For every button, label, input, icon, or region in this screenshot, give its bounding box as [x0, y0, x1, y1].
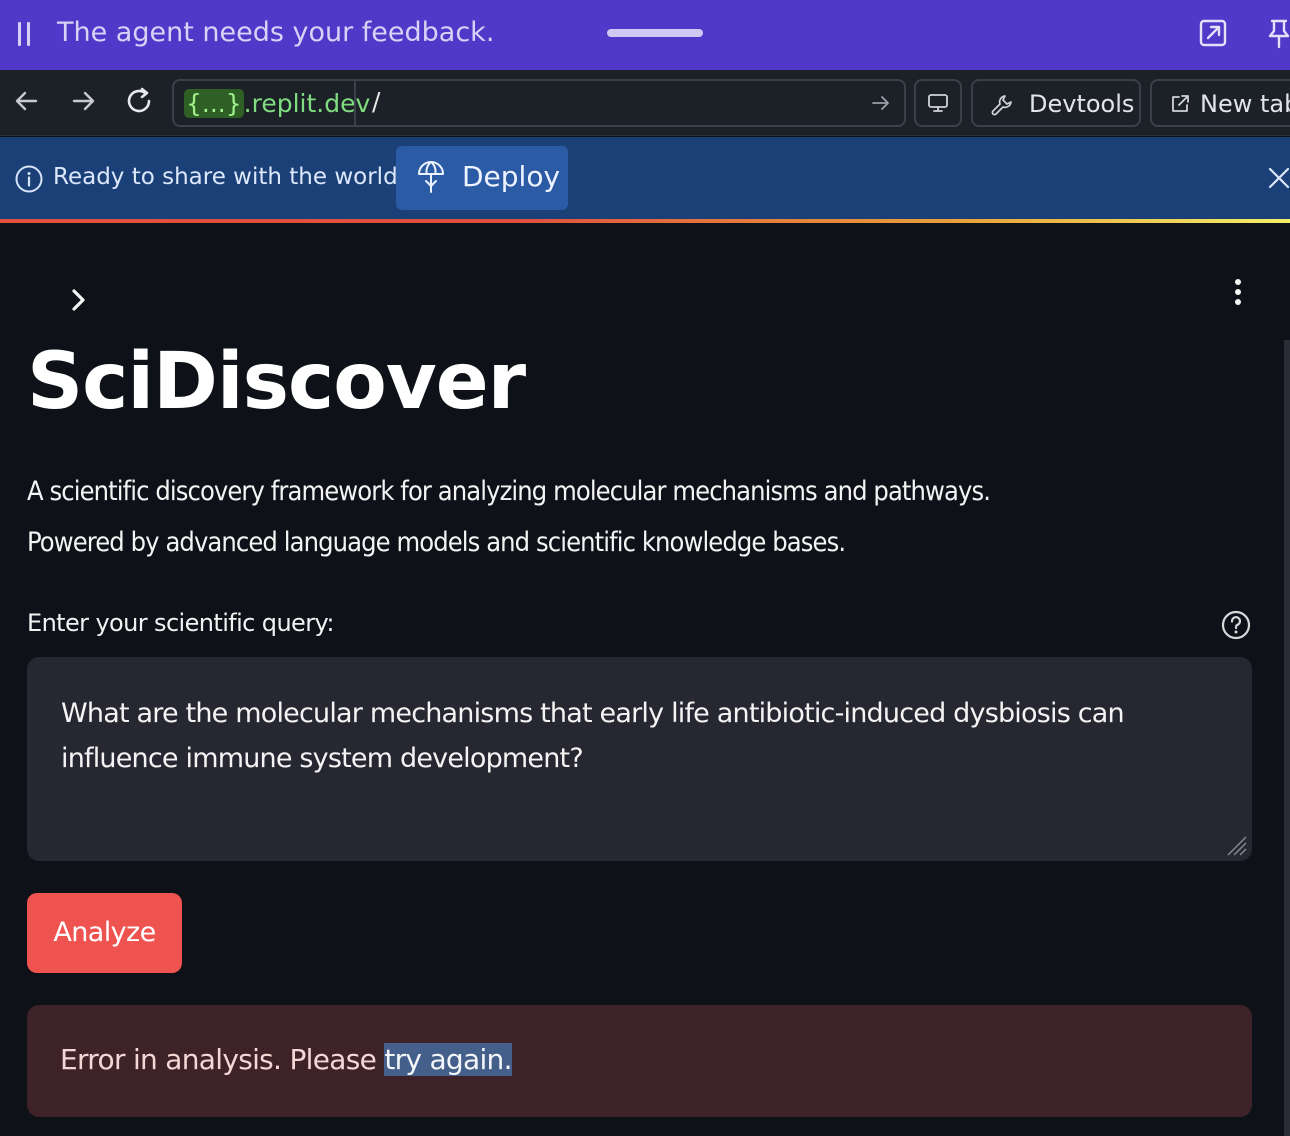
app-description-line1: A scientific discovery framework for ana… — [27, 476, 991, 507]
chevron-right-icon[interactable] — [64, 283, 96, 317]
banner-accent-stripe — [0, 219, 1290, 223]
external-link-icon — [1172, 95, 1189, 112]
devtools-button[interactable]: Devtools — [971, 79, 1141, 127]
url-path-input[interactable]: / — [372, 87, 380, 116]
query-label: Enter your scientific query: — [27, 609, 334, 637]
analyze-button[interactable]: Analyze — [27, 893, 182, 973]
device-preview-button[interactable] — [914, 79, 962, 127]
main-menu-icon[interactable] — [1224, 276, 1252, 310]
banner-message: Ready to share with the world? — [53, 164, 410, 190]
page-scrollbar[interactable] — [1284, 340, 1290, 1136]
info-icon — [15, 165, 43, 193]
forward-arrow-icon[interactable] — [66, 84, 100, 118]
pin-icon[interactable] — [1262, 16, 1290, 50]
window-drag-handle[interactable] — [607, 29, 703, 37]
url-divider — [354, 81, 356, 125]
deploy-button[interactable]: Deploy — [396, 146, 568, 210]
error-message: Error in analysis. Please try again. — [60, 1043, 512, 1076]
query-input[interactable]: What are the molecular mechanisms that e… — [27, 657, 1252, 861]
error-alert: Error in analysis. Please try again. — [27, 1005, 1252, 1117]
error-message-selected-text: try again. — [384, 1043, 512, 1076]
help-icon[interactable] — [1220, 609, 1252, 641]
devtools-label: Devtools — [1029, 90, 1135, 118]
page-title: SciDiscover — [27, 337, 526, 427]
agent-feedback-bar: The agent needs your feedback. — [0, 0, 1290, 70]
reload-icon[interactable] — [122, 84, 156, 118]
url-host-domain: .replit.dev — [243, 88, 371, 118]
analyze-label: Analyze — [53, 917, 156, 948]
browser-toolbar: {...} .replit.dev / Devtools New tab — [0, 70, 1290, 136]
deploy-icon — [418, 161, 444, 193]
error-message-prefix: Error in analysis. Please — [60, 1043, 385, 1076]
popout-icon[interactable] — [1196, 16, 1230, 50]
url-bar[interactable]: {...} .replit.dev / — [172, 79, 906, 127]
query-text[interactable]: What are the molecular mechanisms that e… — [61, 691, 1211, 781]
app-description-line2: Powered by advanced language models and … — [27, 527, 846, 558]
agent-feedback-message: The agent needs your feedback. — [57, 17, 495, 48]
new-tab-label: New tab — [1200, 90, 1290, 118]
wrench-icon — [991, 95, 1012, 116]
drag-grip-icon[interactable] — [16, 22, 34, 46]
monitor-icon — [928, 94, 948, 112]
url-host-chip: {...} — [184, 88, 244, 118]
new-tab-button[interactable]: New tab — [1150, 79, 1290, 127]
url-host: {...} .replit.dev — [184, 86, 370, 120]
close-icon[interactable] — [1266, 165, 1290, 191]
go-arrow-icon[interactable] — [870, 92, 892, 114]
resize-grip-icon[interactable] — [1222, 831, 1248, 857]
back-arrow-icon[interactable] — [10, 84, 44, 118]
deploy-label: Deploy — [462, 160, 561, 193]
deploy-banner: Ready to share with the world? Deploy — [0, 137, 1290, 219]
